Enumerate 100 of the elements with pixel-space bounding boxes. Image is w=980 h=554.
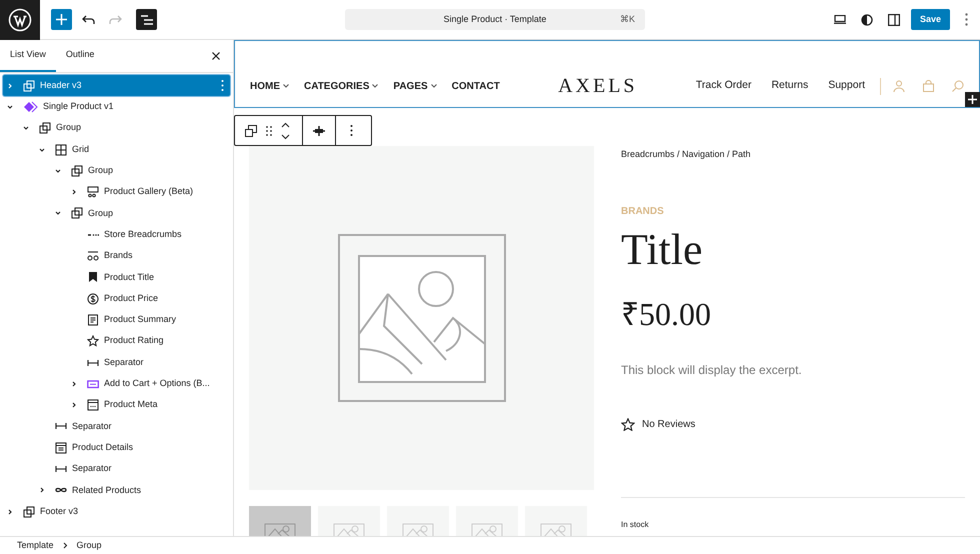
chevron-down-icon bbox=[283, 84, 289, 88]
nav-link[interactable]: PAGES bbox=[393, 78, 437, 94]
list-view-item[interactable]: Single Product v1 bbox=[3, 96, 230, 118]
panel-tab[interactable]: List View bbox=[0, 40, 56, 72]
gallery-thumbnail[interactable] bbox=[249, 506, 311, 536]
options-icon[interactable] bbox=[965, 13, 968, 26]
list-view-item[interactable]: Product Title bbox=[3, 266, 230, 288]
close-icon[interactable] bbox=[212, 52, 220, 60]
gallery-thumbnail[interactable] bbox=[456, 506, 518, 536]
list-view-item[interactable]: Product Price bbox=[3, 288, 230, 310]
excerpt-text: This block will display the excerpt. bbox=[621, 362, 803, 378]
list-view-item[interactable]: Group bbox=[3, 202, 230, 224]
desktop-preview-icon[interactable] bbox=[834, 15, 846, 24]
undo-icon[interactable] bbox=[82, 14, 95, 24]
move-arrows-icon[interactable] bbox=[281, 122, 290, 140]
header-link[interactable]: Support bbox=[828, 78, 865, 94]
header-link[interactable]: Returns bbox=[771, 78, 808, 94]
list-view-item[interactable]: Group bbox=[3, 160, 230, 182]
list-view-item[interactable]: Store Breadcrumbs bbox=[3, 224, 230, 246]
chevron-down-icon[interactable] bbox=[7, 104, 13, 110]
chevron-right-icon[interactable] bbox=[71, 380, 77, 387]
panel-tab[interactable]: Outline bbox=[56, 40, 104, 72]
item-label: Separator bbox=[104, 356, 144, 369]
item-label: Group bbox=[56, 121, 82, 134]
plus-icon bbox=[968, 95, 977, 104]
command-palette-button[interactable]: Single Product · Template ⌘K bbox=[345, 9, 645, 30]
item-label: Group bbox=[88, 206, 114, 220]
item-label: Product Details bbox=[72, 440, 134, 454]
save-button[interactable]: Save bbox=[910, 9, 950, 30]
chevron-down-icon bbox=[372, 84, 378, 88]
item-label: Header v3 bbox=[40, 78, 82, 92]
chevron-right-icon[interactable] bbox=[7, 508, 13, 515]
document-icon bbox=[87, 314, 99, 326]
list-view-item[interactable]: Product Summary bbox=[3, 309, 230, 331]
chevron-down-icon[interactable] bbox=[55, 210, 61, 216]
list-view-item[interactable]: Add to Cart + Options (B... bbox=[3, 373, 230, 394]
chevron-right-icon[interactable] bbox=[39, 487, 45, 494]
add-block-button[interactable] bbox=[51, 9, 72, 30]
list-view-item[interactable]: Footer v3 bbox=[3, 500, 230, 522]
align-icon[interactable] bbox=[313, 126, 325, 136]
item-label: Related Products bbox=[72, 484, 142, 497]
list-view-item[interactable]: Group bbox=[3, 118, 230, 139]
chevron-right-icon[interactable] bbox=[71, 189, 77, 196]
document-overview-button[interactable] bbox=[136, 9, 157, 30]
item-label: Store Breadcrumbs bbox=[104, 228, 182, 241]
star-icon bbox=[621, 418, 635, 430]
list-view-item[interactable]: Separator bbox=[3, 458, 230, 480]
list-view-item[interactable]: Product Gallery (Beta) bbox=[3, 181, 230, 203]
list-view-item[interactable]: Brands bbox=[3, 245, 230, 267]
item-label: Product Summary bbox=[104, 313, 176, 326]
gallery-thumbnail[interactable] bbox=[318, 506, 380, 536]
drag-handle-icon[interactable] bbox=[266, 126, 272, 136]
list-view-item[interactable]: Separator bbox=[3, 352, 230, 374]
chevron-right-icon[interactable] bbox=[71, 402, 77, 408]
chevron-down-icon[interactable] bbox=[39, 146, 45, 153]
site-logo[interactable]: AXELS bbox=[558, 71, 638, 101]
nav-link[interactable]: CONTACT bbox=[452, 78, 500, 94]
item-label: Separator bbox=[72, 462, 112, 476]
options-icon[interactable] bbox=[221, 80, 224, 92]
list-view-item[interactable]: Header v3 bbox=[3, 75, 230, 96]
header-block[interactable]: HOME CATEGORIES PAGES CONTACT AXELS Track Order Returns Support bbox=[234, 40, 980, 108]
item-label: Product Title bbox=[104, 270, 154, 284]
list-view-item[interactable]: Product Details bbox=[3, 437, 230, 458]
nav-link[interactable]: HOME bbox=[250, 78, 289, 94]
chevron-down-icon[interactable] bbox=[23, 125, 29, 132]
list-icon bbox=[140, 14, 152, 24]
brands-icon bbox=[87, 250, 99, 262]
header-link[interactable]: Track Order bbox=[696, 78, 752, 94]
item-label: Product Meta bbox=[104, 398, 158, 412]
group-block-icon bbox=[71, 207, 83, 220]
breadcrumb-link[interactable]: Group bbox=[76, 538, 102, 552]
add-block-inserter[interactable] bbox=[965, 92, 980, 107]
item-label: Group bbox=[88, 164, 114, 178]
nav-link[interactable]: CATEGORIES bbox=[304, 78, 378, 94]
item-label: Separator bbox=[72, 420, 112, 433]
list-view-item[interactable]: Separator bbox=[3, 416, 230, 438]
gallery-thumbnail[interactable] bbox=[387, 506, 449, 536]
list-view-item[interactable]: Grid bbox=[3, 138, 230, 160]
styles-icon[interactable] bbox=[860, 14, 873, 26]
star-icon bbox=[87, 335, 99, 348]
button-block-icon bbox=[87, 378, 99, 390]
wordpress-logo[interactable] bbox=[0, 0, 40, 40]
list-view-item[interactable]: Related Products bbox=[3, 480, 230, 501]
dollar-icon bbox=[87, 292, 99, 305]
list-view-item[interactable]: Product Meta bbox=[3, 394, 230, 416]
gallery-thumbnail[interactable] bbox=[525, 506, 587, 536]
chevron-down-icon[interactable] bbox=[55, 168, 61, 174]
item-label: Product Rating bbox=[104, 334, 164, 348]
details-icon bbox=[55, 442, 67, 454]
sidebar-toggle-icon[interactable] bbox=[888, 14, 900, 26]
grid-icon bbox=[55, 144, 67, 156]
brand-text: BRANDS bbox=[621, 204, 665, 218]
group-block-icon[interactable] bbox=[245, 124, 257, 136]
breadcrumb-link[interactable]: Template bbox=[17, 538, 54, 552]
more-options-icon[interactable] bbox=[350, 125, 353, 136]
chevron-right-icon bbox=[62, 542, 68, 549]
item-label: Single Product v1 bbox=[43, 100, 114, 114]
group-block-icon bbox=[39, 122, 51, 134]
item-label: Product Price bbox=[104, 292, 158, 305]
list-view-item[interactable]: Product Rating bbox=[3, 330, 230, 352]
